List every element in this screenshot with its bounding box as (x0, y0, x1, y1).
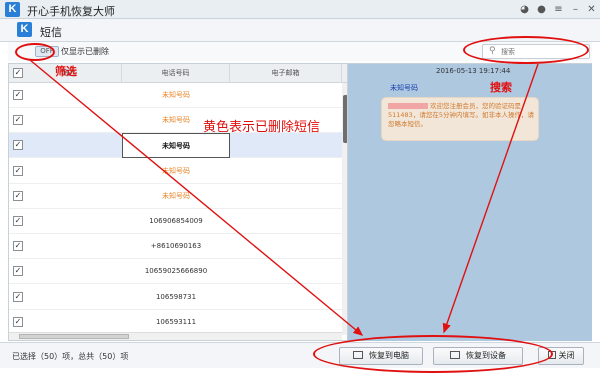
annotation-arrows (29, 59, 539, 336)
arrow-filter-to-buttons (29, 59, 364, 336)
arrow-search-to-buttons (442, 63, 539, 334)
